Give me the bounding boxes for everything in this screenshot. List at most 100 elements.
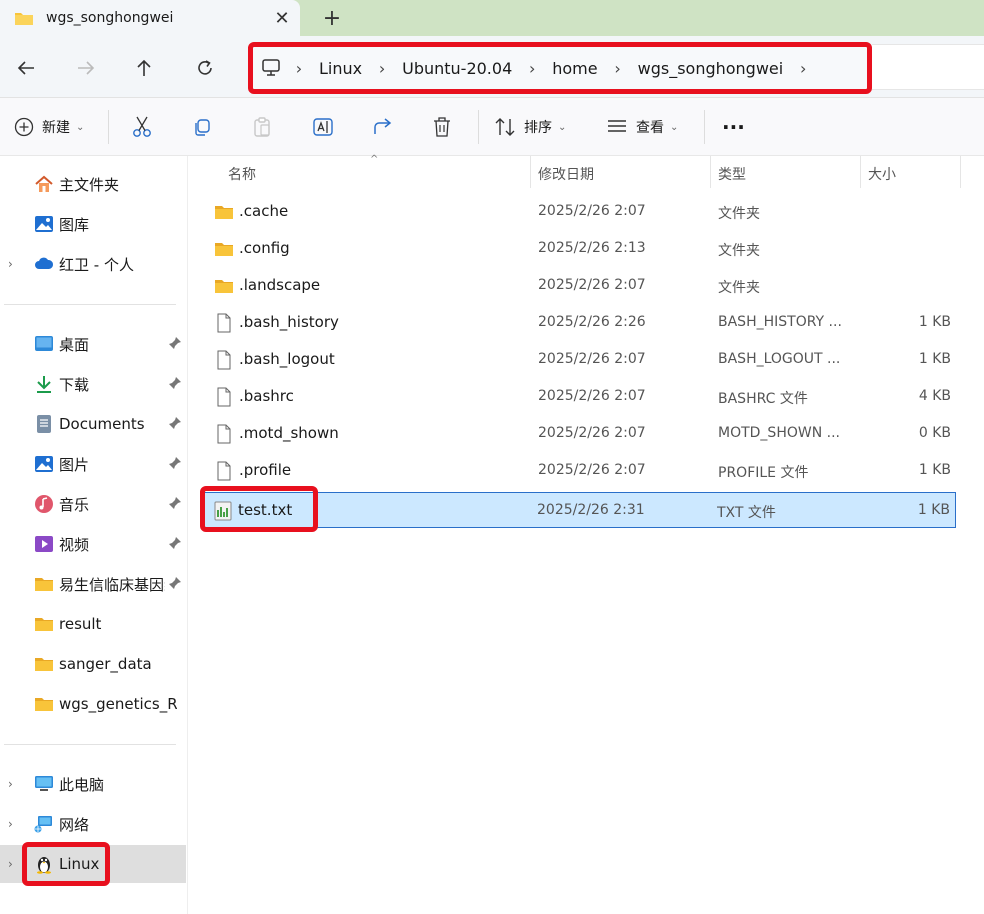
- file-size: 4 KB: [918, 388, 951, 404]
- folder-icon: [35, 578, 53, 591]
- file-type: MOTD_SHOWN ...: [718, 425, 840, 441]
- breadcrumb-ubuntu[interactable]: Ubuntu-20.04: [400, 59, 514, 78]
- sidebar-item-network[interactable]: › 网络: [0, 805, 186, 843]
- navigation-pane: 主文件夹 图库 › 红卫 - 个人 桌面 下载 Documents 图片 音乐 …: [0, 156, 188, 914]
- share-icon: [374, 118, 392, 134]
- cut-button[interactable]: [132, 112, 152, 142]
- forward-button[interactable]: [70, 52, 102, 84]
- file-date: 2025/2/26 2:07: [538, 351, 646, 367]
- chevron-right-icon[interactable]: ›: [8, 817, 13, 831]
- chevron-right-icon[interactable]: ›: [8, 857, 13, 871]
- sidebar-item-label: result: [59, 615, 102, 633]
- sidebar-item-music[interactable]: 音乐: [0, 485, 186, 523]
- sidebar-item-pictures[interactable]: 图片: [0, 445, 186, 483]
- sidebar-item-label: 桌面: [59, 335, 90, 354]
- new-tab-button[interactable]: +: [318, 4, 346, 32]
- column-divider[interactable]: [860, 156, 861, 188]
- sort-button[interactable]: 排序 ⌄: [494, 112, 566, 142]
- pin-icon[interactable]: [168, 576, 182, 590]
- address-bar[interactable]: › Linux › Ubuntu-20.04 › home › wgs_song…: [248, 42, 872, 94]
- more-options-button[interactable]: ···: [722, 112, 745, 142]
- chevron-right-icon[interactable]: ›: [8, 777, 13, 791]
- sidebar-divider: [4, 744, 176, 745]
- toolbar-divider: [108, 110, 109, 144]
- new-button[interactable]: 新建 ⌄: [14, 112, 84, 142]
- table-row[interactable]: .motd_shown 2025/2/26 2:07 MOTD_SHOWN ..…: [206, 416, 956, 452]
- sidebar-item-sanger-data[interactable]: sanger_data: [0, 645, 186, 683]
- pin-icon[interactable]: [168, 536, 182, 550]
- list-view-icon: [608, 120, 626, 132]
- breadcrumb-separator: ›: [295, 58, 303, 78]
- table-row[interactable]: .cache 2025/2/26 2:07 文件夹: [206, 194, 956, 230]
- sidebar-item-downloads[interactable]: 下载: [0, 365, 186, 403]
- sidebar-item-wgs-genetics[interactable]: wgs_genetics_R: [0, 685, 186, 723]
- column-divider[interactable]: [530, 156, 531, 188]
- active-tab[interactable]: wgs_songhongwei ✕: [0, 0, 300, 36]
- sidebar-item-videos[interactable]: 视频: [0, 525, 186, 563]
- column-divider[interactable]: [710, 156, 711, 188]
- column-header-date[interactable]: 修改日期: [538, 164, 594, 184]
- column-header-size[interactable]: 大小: [868, 164, 896, 184]
- view-button-label: 查看: [636, 120, 664, 136]
- up-button[interactable]: [128, 52, 160, 84]
- file-type: BASH_HISTORY ...: [718, 314, 842, 330]
- tab-bar: wgs_songhongwei ✕ +: [0, 0, 984, 36]
- address-bar-empty-area[interactable]: [872, 44, 984, 90]
- breadcrumb-separator: ›: [378, 58, 386, 78]
- copy-button[interactable]: [192, 112, 212, 142]
- sidebar-item-onedrive[interactable]: › 红卫 - 个人: [0, 245, 186, 283]
- sidebar-item-label: sanger_data: [59, 655, 152, 673]
- folder-icon: [35, 618, 53, 631]
- sidebar-item-home[interactable]: 主文件夹: [0, 165, 186, 203]
- table-row[interactable]: .config 2025/2/26 2:13 文件夹: [206, 231, 956, 267]
- table-row[interactable]: .profile 2025/2/26 2:07 PROFILE 文件 1 KB: [206, 453, 956, 489]
- breadcrumb-user-folder[interactable]: wgs_songhongwei: [636, 59, 786, 78]
- sidebar-item-label: Documents: [59, 415, 145, 433]
- rename-button[interactable]: [312, 112, 334, 142]
- sidebar-item-label: 红卫 - 个人: [59, 255, 134, 274]
- table-row[interactable]: .landscape 2025/2/26 2:07 文件夹: [206, 268, 956, 304]
- pin-icon[interactable]: [168, 376, 182, 390]
- sidebar-item-label: 此电脑: [59, 775, 105, 794]
- file-icon: [217, 350, 231, 370]
- pin-icon[interactable]: [168, 416, 182, 430]
- file-icon: [217, 313, 231, 333]
- table-row[interactable]: .bash_history 2025/2/26 2:26 BASH_HISTOR…: [206, 305, 956, 341]
- column-divider[interactable]: [960, 156, 961, 188]
- sidebar-item-gallery[interactable]: 图库: [0, 205, 186, 243]
- breadcrumb-home[interactable]: home: [550, 59, 599, 78]
- close-tab-icon[interactable]: ✕: [264, 8, 300, 29]
- toolbar-divider: [704, 110, 705, 144]
- sidebar-item-documents[interactable]: Documents: [0, 405, 186, 443]
- paste-button[interactable]: [252, 112, 272, 142]
- table-row[interactable]: .bashrc 2025/2/26 2:07 BASHRC 文件 4 KB: [206, 379, 956, 415]
- sidebar-item-clinical-folder[interactable]: 易生信临床基因组: [0, 565, 186, 603]
- sidebar-item-label: 主文件夹: [59, 175, 120, 194]
- file-date: 2025/2/26 2:07: [538, 425, 646, 441]
- pin-icon[interactable]: [168, 336, 182, 350]
- delete-button[interactable]: [432, 112, 452, 142]
- sidebar-item-desktop[interactable]: 桌面: [0, 325, 186, 363]
- copy-icon: [195, 119, 210, 136]
- sidebar-item-this-pc[interactable]: › 此电脑: [0, 765, 186, 803]
- plus-circle-icon: [14, 117, 34, 137]
- file-date: 2025/2/26 2:31: [537, 502, 645, 518]
- pin-icon[interactable]: [168, 456, 182, 470]
- table-row[interactable]: .bash_logout 2025/2/26 2:07 BASH_LOGOUT …: [206, 342, 956, 378]
- breadcrumb-linux[interactable]: Linux: [317, 59, 364, 78]
- sidebar-item-result[interactable]: result: [0, 605, 186, 643]
- view-button[interactable]: 查看 ⌄: [606, 112, 678, 142]
- pin-icon[interactable]: [168, 496, 182, 510]
- file-list: ^ 名称 修改日期 类型 大小 .cache 2025/2/26 2:07 文件…: [188, 154, 984, 914]
- file-type: 文件夹: [718, 243, 760, 259]
- refresh-button[interactable]: [189, 52, 221, 84]
- back-button[interactable]: [10, 52, 42, 84]
- breadcrumb-expand-chevron[interactable]: ›: [785, 59, 821, 78]
- sidebar-item-label: 网络: [59, 815, 90, 834]
- file-name: .profile: [239, 461, 292, 479]
- column-header-type[interactable]: 类型: [718, 164, 746, 184]
- column-header-name[interactable]: 名称: [228, 164, 256, 184]
- computer-icon: [35, 776, 53, 791]
- share-button[interactable]: [372, 112, 394, 142]
- chevron-right-icon[interactable]: ›: [8, 257, 13, 271]
